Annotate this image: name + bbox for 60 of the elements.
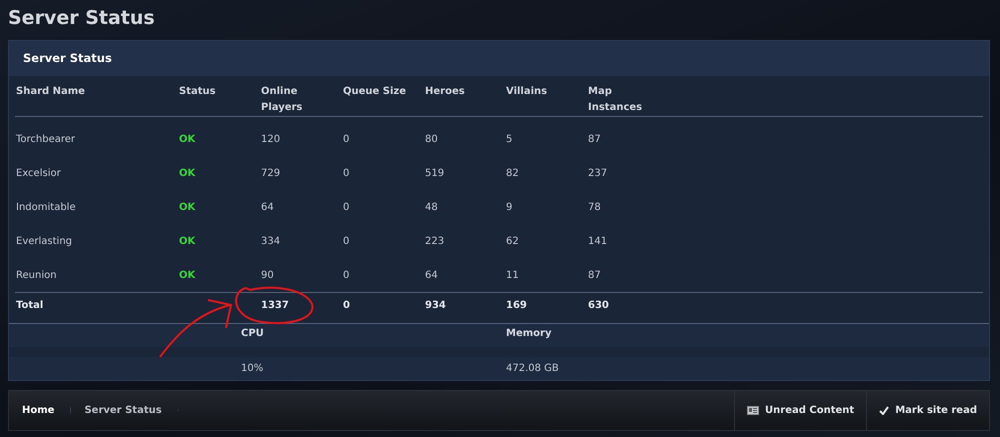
newspaper-icon [747,406,760,414]
column-header: Villains [506,85,548,99]
panel-title: Server Status [9,41,989,76]
column-header: Status [179,85,216,99]
shard-name: Everlasting [16,236,72,247]
table-cell: 0 [343,202,350,213]
stat-label: CPU [241,328,264,338]
column-header: Queue Size [343,85,406,99]
table-cell: 0 [343,134,350,146]
table-cell: 237 [588,168,608,179]
table-cell: 223 [425,236,444,247]
table-cell: 87 [588,270,601,281]
total-cell: 630 [588,300,609,312]
shard-name: Torchbearer [16,134,76,146]
table-cell: 0 [343,168,350,179]
shard-name: Indomitable [16,202,76,213]
column-header: Heroes [425,85,465,99]
stat-value: 10% [241,362,264,374]
table-cell: 78 [588,202,601,213]
status-text: OK [179,270,196,281]
table-cell: 120 [261,134,280,146]
breadcrumb-link[interactable]: Home [9,390,72,430]
status-text: OK [179,202,196,213]
stat-value: 472.08 GB [506,362,559,374]
footer-link[interactable]: Unread Content [734,390,866,430]
column-header: Online Players [261,85,304,115]
total-cell: 1337 [261,300,289,312]
table-cell: 64 [261,202,274,213]
table-cell: 48 [425,202,438,213]
status-text: OK [179,134,196,146]
status-text: OK [179,168,196,179]
stat-label: Memory [506,328,552,338]
shard-name: Reunion [16,270,57,281]
table-cell: 82 [506,168,519,179]
status-text: OK [179,236,196,247]
column-header: Shard Name [16,85,85,99]
table-cell: 9 [506,202,512,213]
total-cell: 169 [506,300,527,312]
table-cell: 0 [343,270,350,281]
table-cell: 87 [588,134,601,146]
table-cell: 334 [261,236,280,247]
table-cell: 0 [343,236,350,247]
page-title: Server Status [8,6,156,31]
table-cell: 90 [261,270,274,281]
table-cell: 64 [425,270,438,281]
breadcrumb-link[interactable]: Server Status [71,390,179,430]
total-cell: 0 [343,300,350,312]
table-cell: 729 [261,168,280,179]
table-cell: 141 [588,236,608,247]
table-cell: 519 [425,168,444,179]
total-cell: 934 [425,300,446,312]
table-cell: 80 [425,134,438,146]
footer-link[interactable]: Mark site read [866,390,989,430]
column-header: Map Instances [588,85,644,115]
table-cell: 11 [506,270,519,281]
table-cell: 5 [506,134,512,146]
table-cell: 62 [506,236,519,247]
checkmark-icon [879,406,890,414]
total-label: Total [16,300,44,312]
shard-name: Excelsior [16,168,61,179]
